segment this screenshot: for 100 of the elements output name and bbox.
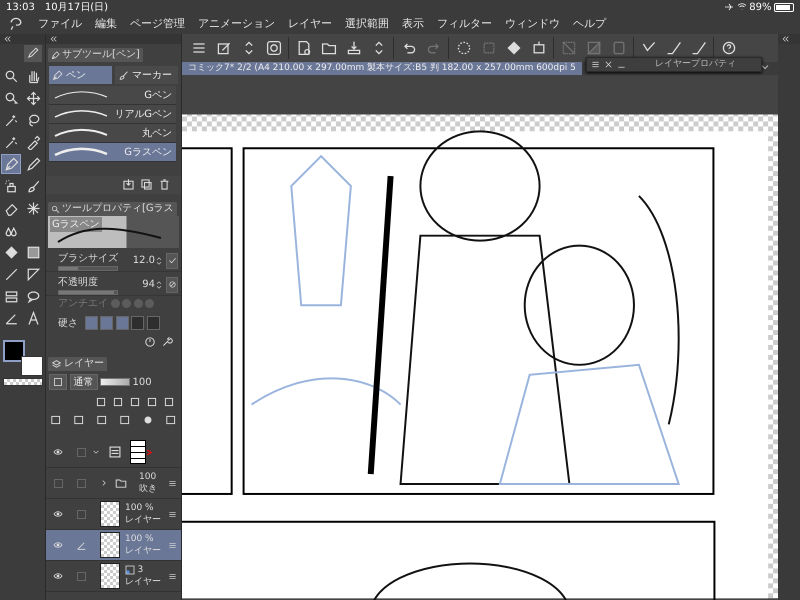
layers-icon	[51, 358, 62, 370]
stepper-icon[interactable]	[155, 254, 163, 266]
layer-opacity: 100 %	[125, 502, 154, 514]
airbrush-icon	[4, 178, 18, 194]
sub-tool-tab[interactable]: サブツール[ペン]	[48, 48, 143, 62]
drag-handle-icon[interactable]	[168, 540, 177, 550]
eye-icon[interactable]	[52, 447, 64, 457]
brush-item[interactable]: 丸ペン	[49, 124, 176, 143]
line-icon	[4, 266, 18, 282]
edit-checkbox[interactable]	[76, 510, 86, 518]
magnifier-icon	[4, 68, 18, 84]
hardness-step[interactable]	[146, 316, 160, 330]
triangle-ruler-icon	[26, 266, 40, 282]
main-color-swatch[interactable]	[3, 340, 25, 362]
layer-name: レイヤー	[125, 514, 162, 526]
drag-handle-icon[interactable]	[168, 478, 177, 488]
menu-item[interactable]: アニメーション	[198, 16, 275, 32]
layer-color-select[interactable]	[49, 374, 67, 390]
eye-icon[interactable]	[52, 540, 64, 550]
edit-checkbox[interactable]	[76, 478, 86, 488]
menu-item[interactable]: 表示	[402, 16, 424, 32]
sparkle-icon	[26, 200, 40, 216]
brush-item[interactable]: Gラスペン	[49, 143, 176, 162]
brush-icon	[118, 70, 129, 80]
opacity-slider[interactable]	[100, 378, 130, 386]
eyedropper-icon	[26, 134, 40, 150]
menu-item[interactable]: ヘルプ	[573, 16, 606, 32]
stepper-icon[interactable]	[155, 278, 163, 290]
param-toggle-button[interactable]	[166, 252, 178, 268]
curve-ramp-icon	[666, 40, 682, 56]
brush-item[interactable]: リアルGペン	[49, 105, 176, 124]
battery-icon	[774, 2, 794, 12]
transparent-color-swatch[interactable]	[3, 378, 43, 386]
param-toggle-button[interactable]	[166, 276, 178, 292]
hardness-step[interactable]	[131, 316, 144, 330]
collapse-icon[interactable]	[3, 35, 12, 43]
chevron-down-icon[interactable]	[760, 62, 770, 72]
param-label: ブラシサイズ	[58, 252, 119, 266]
duplicate-icon[interactable]	[140, 178, 153, 191]
magic-wand-icon	[4, 134, 18, 150]
layer-name: 吹き	[139, 483, 158, 495]
help-bubble-icon	[720, 40, 736, 56]
menu-item[interactable]: ファイル	[38, 16, 82, 32]
edit-checkbox[interactable]	[76, 572, 86, 580]
warning-mark-icon	[146, 448, 153, 456]
menu-item[interactable]: ページ管理	[130, 16, 185, 32]
layer-row[interactable]: 3 レイヤー	[46, 561, 181, 592]
cursor-icon	[51, 204, 60, 214]
collapse-icon[interactable]	[49, 35, 58, 43]
pen-edit-icon[interactable]	[76, 540, 86, 550]
drag-handle-icon[interactable]	[168, 572, 177, 580]
sub-color-swatch[interactable]	[21, 356, 43, 376]
wrench-icon[interactable]	[161, 336, 173, 348]
document-tab[interactable]: コミック7* 2/2 (A4 210.00 x 297.00mm 製本サイズ:B5 判 182.00 x 257.00mm 600dpi 5	[182, 62, 582, 75]
paint-bucket-icon	[506, 40, 522, 56]
tool-property-tab[interactable]: ツールプロパティ[Gラス	[48, 202, 177, 216]
eye-icon[interactable]	[52, 571, 64, 581]
menu-item[interactable]: フィルター	[437, 16, 492, 32]
collapse-icon[interactable]	[781, 35, 790, 43]
disclosure-icon[interactable]	[92, 448, 100, 456]
layer-row[interactable]	[46, 437, 181, 468]
close-icon[interactable]	[604, 60, 613, 69]
transform-icon	[530, 40, 546, 56]
brush-item[interactable]: Gペン	[49, 86, 176, 105]
eye-icon[interactable]	[52, 509, 64, 519]
param-value: 12.0	[132, 254, 155, 268]
folder-icon	[114, 477, 128, 489]
tool-tab[interactable]	[24, 44, 42, 62]
cursor-icon	[4, 90, 18, 106]
disclosure-icon[interactable]	[100, 479, 108, 487]
new-page-icon	[296, 40, 312, 56]
blend-mode-select[interactable]: 通常	[70, 374, 98, 390]
pencil-icon	[27, 46, 39, 59]
stroke-preview-icon	[53, 90, 109, 100]
pen-nib-icon	[51, 50, 60, 60]
sub-tool-group-tab[interactable]: マーカー	[114, 66, 178, 84]
menu-item[interactable]: レイヤー	[288, 16, 332, 32]
layer-tab[interactable]: レイヤー	[48, 357, 107, 371]
param-slider[interactable]	[58, 290, 118, 294]
battery-percent: 89%	[749, 0, 772, 14]
import-icon[interactable]	[122, 178, 135, 191]
menu-item[interactable]: ウィンドウ	[505, 16, 560, 32]
window-title: レイヤープロパティ	[655, 58, 736, 71]
sub-tool-group-tab[interactable]: ペン	[49, 66, 112, 84]
param-slider[interactable]	[58, 266, 118, 270]
clock-icon[interactable]	[144, 336, 156, 348]
pen-nib-icon	[4, 156, 18, 172]
record-icon[interactable]	[142, 414, 154, 426]
frame-thumbnail	[130, 440, 146, 464]
menu-item[interactable]: 編集	[95, 16, 117, 32]
visibility-checkbox[interactable]	[54, 478, 62, 488]
layer-row[interactable]: 100 吹き	[46, 468, 181, 499]
menu-item[interactable]: 選択範囲	[345, 16, 389, 32]
drag-handle-icon[interactable]	[168, 510, 177, 518]
canvas-edit-icon	[216, 40, 232, 56]
edit-checkbox[interactable]	[76, 448, 86, 456]
pen-nib-icon	[52, 70, 63, 80]
menu-icon[interactable]	[591, 60, 600, 69]
app-logo-icon[interactable]	[8, 16, 24, 32]
status-date: 10月17日(日)	[44, 0, 108, 14]
